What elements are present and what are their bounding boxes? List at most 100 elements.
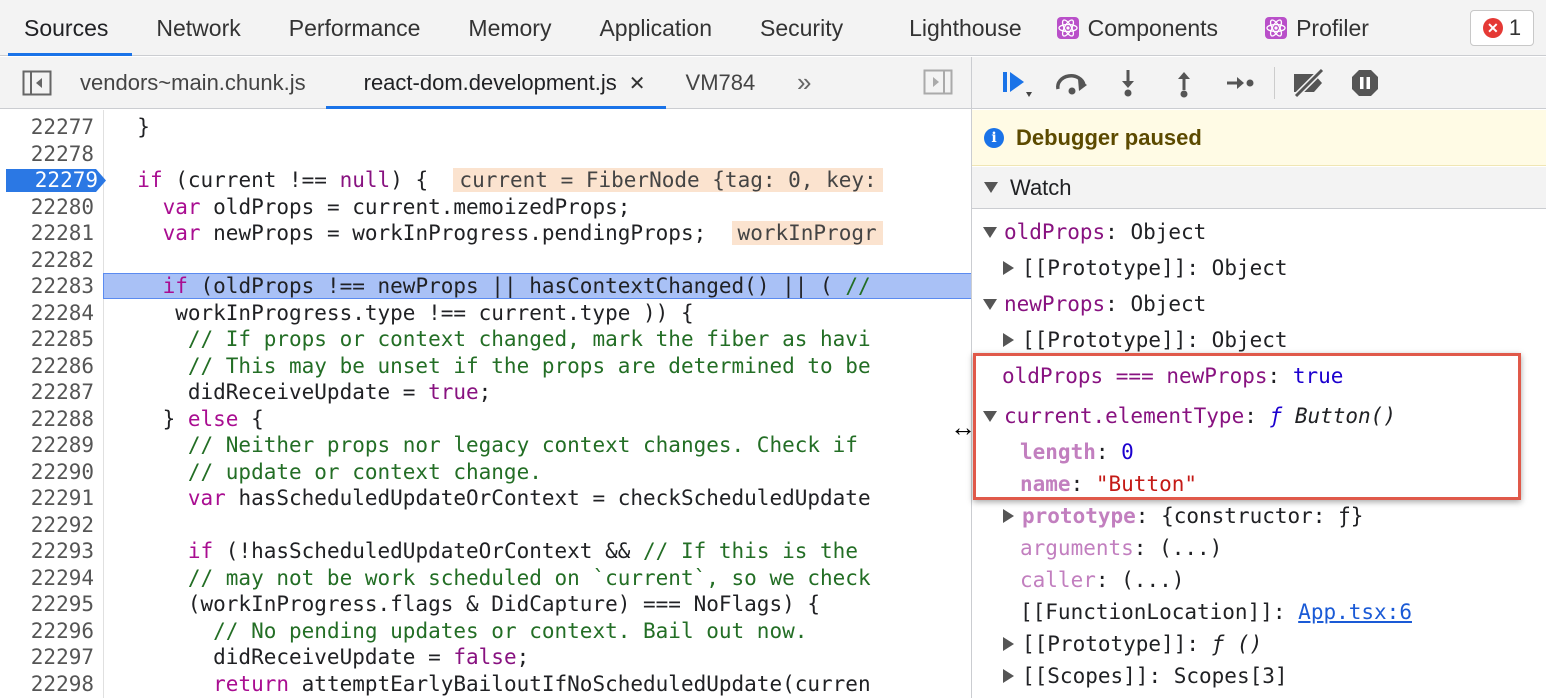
code-line[interactable]: 22279 if (current !== null) { current = … <box>0 167 971 194</box>
line-number[interactable]: 22298 <box>0 671 96 698</box>
code-line[interactable]: 22288 } else { <box>0 406 971 433</box>
property-scopes[interactable]: [[Scopes]]: Scopes[3] <box>998 660 1288 692</box>
line-number[interactable]: 22290 <box>0 459 96 486</box>
tab-label: Performance <box>288 14 421 41</box>
debugger-sidebar: i Debugger paused Watch oldProps: Object… <box>971 57 1546 698</box>
collapse-arrow-icon[interactable] <box>998 669 1018 683</box>
code-line[interactable]: 22290 // update or context change. <box>0 459 971 486</box>
tab-sources[interactable]: Sources <box>0 0 133 56</box>
code-line[interactable]: 22278 <box>0 141 971 168</box>
code-line[interactable]: 22294 // may not be work scheduled on `c… <box>0 565 971 592</box>
line-number[interactable]: 22281 <box>0 220 96 247</box>
code-line[interactable]: 22286 // This may be unset if the props … <box>0 353 971 380</box>
code-view[interactable]: 22277 } 22278 22279 if (current !== null) … <box>0 110 971 698</box>
line-number[interactable]: 22295 <box>0 591 96 618</box>
property-key: arguments <box>1020 536 1134 560</box>
watch-item-oldprops[interactable]: oldProps: Object <box>980 216 1206 248</box>
property-prototype[interactable]: [[Prototype]]: Object <box>998 252 1288 284</box>
tab-network[interactable]: Network <box>132 0 264 56</box>
pause-on-exceptions-button[interactable] <box>1337 57 1393 109</box>
line-number[interactable]: 22297 <box>0 644 96 671</box>
tab-application[interactable]: Application <box>575 0 736 56</box>
step-over-button[interactable] <box>1044 57 1100 109</box>
tab-profiler[interactable]: Profiler <box>1242 0 1393 56</box>
property-value[interactable]: (...) <box>1159 532 1222 564</box>
line-number[interactable]: 22280 <box>0 194 96 221</box>
file-tab-vendors[interactable]: vendors~main.chunk.js <box>60 57 326 109</box>
line-number[interactable]: 22278 <box>0 141 96 168</box>
code-line[interactable]: 22293 if (!hasScheduledUpdateOrContext &… <box>0 538 971 565</box>
watch-section-header[interactable]: Watch <box>972 167 1546 209</box>
step-button[interactable] <box>1212 57 1268 109</box>
tab-performance[interactable]: Performance <box>265 0 445 56</box>
code-text: workInProgress.type !== current.type )) … <box>112 300 694 325</box>
line-number[interactable]: 22277 <box>0 114 96 141</box>
code-line[interactable]: 22297 didReceiveUpdate = false; <box>0 644 971 671</box>
code-line[interactable]: 22295 (workInProgress.flags & DidCapture… <box>0 591 971 618</box>
resume-button[interactable] <box>988 57 1044 109</box>
tab-components[interactable]: Components <box>1046 0 1242 56</box>
code-line[interactable]: 22289 // Neither props nor legacy contex… <box>0 432 971 459</box>
tab-lighthouse[interactable]: Lighthouse <box>885 0 1046 56</box>
line-number[interactable]: 22284 <box>0 300 96 327</box>
line-number[interactable]: 22289 <box>0 432 96 459</box>
code-line[interactable]: 22281 var newProps = workInProgress.pend… <box>0 220 971 247</box>
property-arguments[interactable]: arguments: (...) <box>1020 532 1222 564</box>
code-line[interactable]: 22296 // No pending updates or context. … <box>0 618 971 645</box>
collapse-arrow-icon[interactable] <box>998 261 1018 275</box>
more-tabs-button[interactable]: » <box>775 67 833 98</box>
expand-arrow-icon[interactable] <box>980 226 1000 238</box>
error-count-button[interactable]: ✕ 1 <box>1470 10 1534 46</box>
line-number[interactable]: 22286 <box>0 353 96 380</box>
tab-security[interactable]: Security <box>736 0 885 56</box>
property-prototype-obj[interactable]: prototype: {constructor: ƒ} <box>998 500 1363 532</box>
code-line[interactable]: 22285 // If props or context changed, ma… <box>0 326 971 353</box>
breakpoint-marker[interactable]: 22279 <box>6 169 106 192</box>
line-number[interactable]: 22294 <box>0 565 96 592</box>
code-line[interactable]: 22282 <box>0 247 971 274</box>
expand-arrow-icon[interactable] <box>980 298 1000 310</box>
step-into-button[interactable] <box>1100 57 1156 109</box>
line-number[interactable]: 22291 <box>0 485 96 512</box>
deactivate-breakpoints-button[interactable] <box>1281 57 1337 109</box>
code-line[interactable]: 22284 workInProgress.type !== current.ty… <box>0 300 971 327</box>
toggle-debugger-button[interactable] <box>923 69 953 100</box>
step-out-button[interactable] <box>1156 57 1212 109</box>
tab-memory[interactable]: Memory <box>444 0 575 56</box>
property-value[interactable]: (...) <box>1121 564 1184 596</box>
collapse-arrow-icon[interactable] <box>998 509 1018 523</box>
expand-arrow-icon[interactable] <box>980 410 1000 422</box>
file-tab-react-dom[interactable]: react-dom.development.js ✕ <box>325 57 666 109</box>
line-number[interactable]: 22285 <box>0 326 96 353</box>
toggle-navigator-button[interactable] <box>14 57 60 109</box>
property-prototype-fn[interactable]: [[Prototype]]: ƒ () <box>998 628 1262 660</box>
property-prototype[interactable]: [[Prototype]]: Object <box>998 324 1288 356</box>
code-line[interactable]: 22277 } <box>0 114 971 141</box>
line-number[interactable]: 22287 <box>0 379 96 406</box>
collapse-arrow-icon[interactable] <box>998 333 1018 347</box>
close-icon[interactable]: ✕ <box>629 73 646 95</box>
expand-arrow-icon <box>984 182 998 193</box>
code-line[interactable]: 22280 var oldProps = current.memoizedPro… <box>0 194 971 221</box>
code-text: // If props or context changed, mark the… <box>187 327 871 351</box>
line-number[interactable]: 22288 <box>0 406 96 433</box>
watch-item-newprops[interactable]: newProps: Object <box>980 288 1206 320</box>
code-line[interactable]: 22291 var hasScheduledUpdateOrContext = … <box>0 485 971 512</box>
line-number[interactable]: 22293 <box>0 538 96 565</box>
line-number[interactable]: 22296 <box>0 618 96 645</box>
file-tab-vm784[interactable]: VM784 <box>666 57 776 109</box>
line-number[interactable]: 22283 <box>0 273 96 300</box>
watch-item-equality[interactable]: oldProps === newProps: true <box>1002 360 1343 392</box>
code-line[interactable]: 22283 if (oldProps !== newProps || hasCo… <box>0 273 971 300</box>
property-key: [[Prototype]] <box>1022 256 1187 280</box>
code-line[interactable]: 22287 didReceiveUpdate = true; <box>0 379 971 406</box>
collapse-arrow-icon[interactable] <box>998 637 1018 651</box>
watch-item-elementtype[interactable]: current.elementType: ƒ Button() <box>980 400 1396 432</box>
file-tab-label: react-dom.development.js <box>363 69 617 95</box>
line-number[interactable]: 22292 <box>0 512 96 539</box>
code-line[interactable]: 22292 <box>0 512 971 539</box>
property-caller[interactable]: caller: (...) <box>1020 564 1184 596</box>
source-link[interactable]: App.tsx:6 <box>1298 596 1412 628</box>
code-line[interactable]: 22298 return attemptEarlyBailoutIfNoSche… <box>0 671 971 698</box>
line-number[interactable]: 22282 <box>0 247 96 274</box>
